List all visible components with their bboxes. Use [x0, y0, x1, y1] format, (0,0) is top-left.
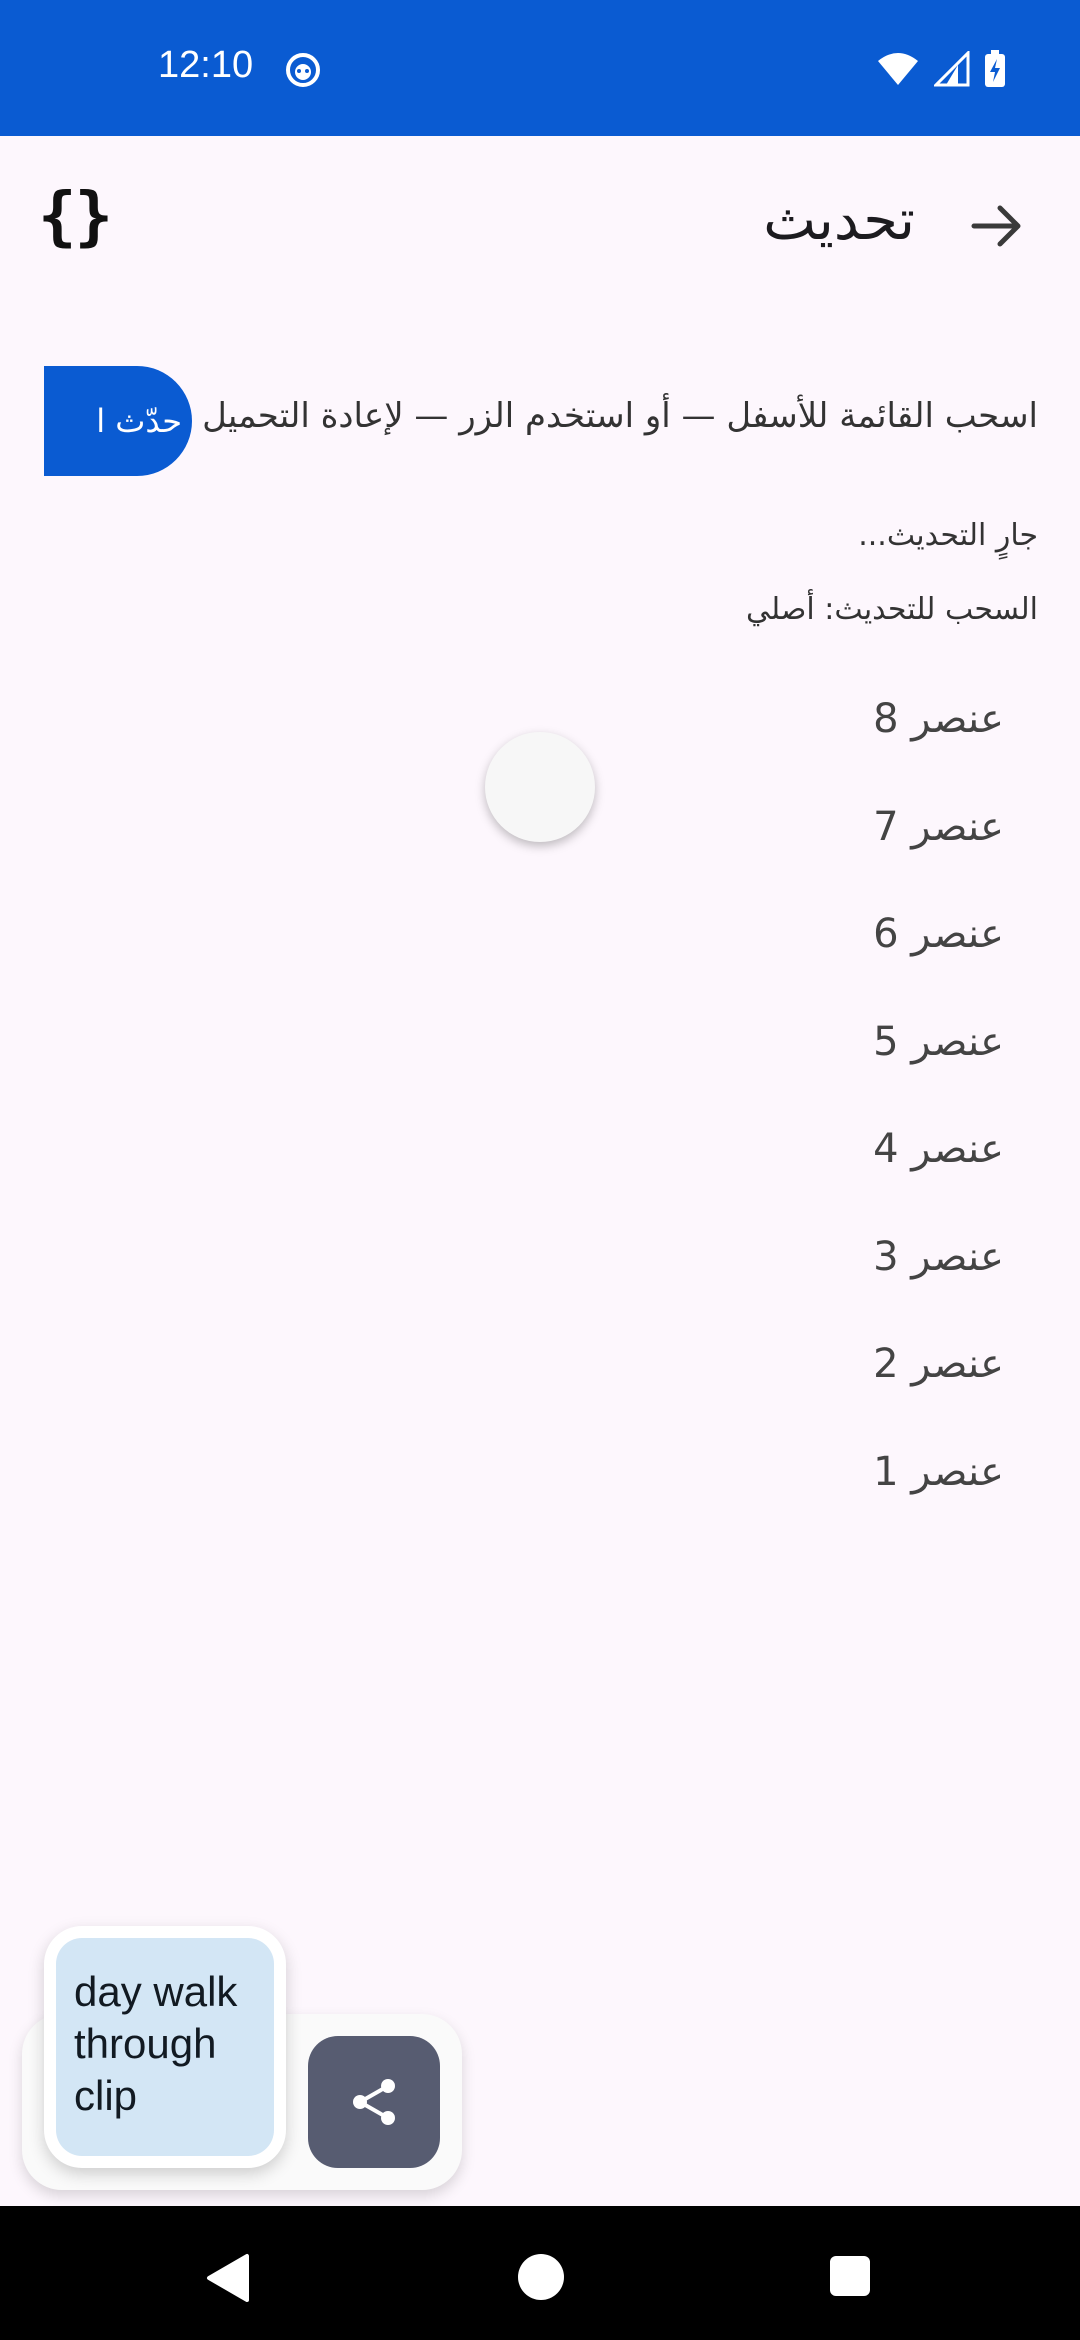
arrow-right-icon[interactable]	[968, 196, 1028, 256]
refresh-button[interactable]: حدّث ا	[44, 366, 192, 476]
signal-icon	[934, 51, 970, 87]
share-icon	[353, 2079, 395, 2125]
navigation-bar	[0, 2206, 1080, 2340]
list-item[interactable]: عنصر 1	[404, 1419, 1004, 1527]
clip-card[interactable]: day walk through clip	[44, 1926, 286, 2168]
wifi-icon	[878, 53, 918, 85]
list-item[interactable]: عنصر 5	[404, 989, 1004, 1097]
refresh-spinner	[485, 732, 595, 842]
status-icons	[876, 50, 1006, 88]
list-item[interactable]: عنصر 6	[404, 881, 1004, 989]
smiley-icon	[286, 53, 320, 87]
battery-charging-icon	[985, 50, 1005, 87]
refreshing-status: جارٍ التحديث...	[858, 518, 1038, 553]
pull-refresh-mode: السحب للتحديث: أصلي	[745, 592, 1038, 627]
list-item[interactable]: عنصر 4	[404, 1096, 1004, 1204]
recents-square-icon[interactable]	[830, 2256, 870, 2296]
instruction-text: اسحب القائمة للأسفل — أو استخدم الزر — ل…	[202, 396, 1038, 436]
status-bar: 12:10	[0, 0, 1080, 136]
list-item[interactable]: عنصر 2	[404, 1311, 1004, 1419]
share-button[interactable]	[308, 2036, 440, 2168]
clip-label: day walk through clip	[56, 1938, 274, 2156]
status-time: 12:10	[158, 44, 254, 86]
page-title: تحديث	[763, 188, 915, 253]
toolbar: تحديث {}	[0, 136, 1080, 312]
instruction-row: حدّث ا اسحب القائمة للأسفل — أو استخدم ا…	[44, 366, 1038, 476]
back-triangle-icon[interactable]	[205, 2252, 251, 2304]
home-circle-icon[interactable]	[518, 2254, 564, 2300]
code-braces-icon[interactable]: {}	[38, 180, 113, 254]
list-item[interactable]: عنصر 3	[404, 1204, 1004, 1312]
